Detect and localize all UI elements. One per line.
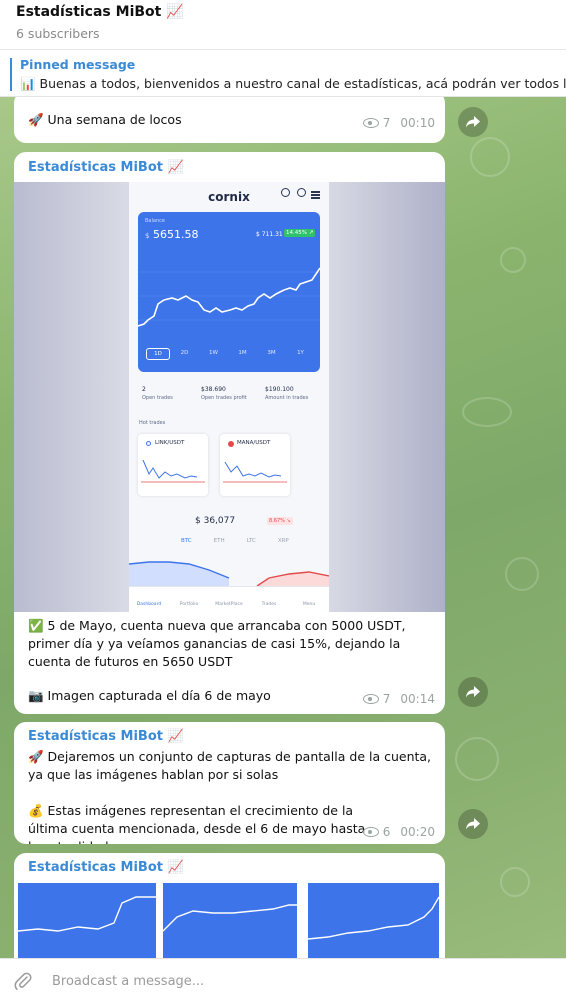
message-bubble[interactable]: Estadísticas MiBot 📈 cornix Balance $ 56… — [14, 152, 445, 714]
attach-icon[interactable] — [12, 970, 34, 992]
market-chart — [129, 561, 329, 586]
wallpaper-doodle — [505, 557, 539, 591]
stat-value: 2 — [142, 386, 146, 393]
message-input-bar: Broadcast a message... — [0, 958, 566, 1002]
balance-change-badge: 14.45% ↗ — [284, 229, 316, 237]
message-text: ✅ 5 de Mayo, cuenta nueva que arrancaba … — [28, 618, 406, 669]
trade-card: LINK/USDT — [138, 434, 208, 496]
stat-label: Amount in trades — [265, 395, 309, 401]
message-text: 🚀 Dejaremos un conjunto de capturas de p… — [28, 749, 432, 782]
forward-button[interactable] — [458, 809, 488, 839]
wallpaper-doodle — [500, 247, 526, 273]
message-input[interactable]: Broadcast a message... — [52, 974, 204, 989]
nav-item: Dashboard — [136, 602, 162, 607]
pinned-message-bar[interactable]: Pinned message 📊 Buenas a todos, bienven… — [0, 51, 566, 97]
forward-arrow-icon — [466, 686, 480, 698]
stat-value: $38.690 — [201, 386, 226, 393]
timeframe-tabs: 1D 2D 1W 1M 3M 1Y — [146, 348, 315, 360]
link-coin-icon — [146, 441, 151, 446]
forward-button[interactable] — [458, 107, 488, 137]
timeframe-tab: 1M — [238, 350, 247, 356]
stat-label: Open trades profit — [201, 395, 247, 401]
timeframe-tab: 2D — [180, 350, 189, 356]
balance-secondary: $ 711.31 — [256, 231, 283, 238]
settings-icon — [297, 188, 306, 197]
market-change-badge: 8.67% ↘ — [267, 517, 293, 525]
screenshot-image[interactable]: cornix Balance $ 5651.58 $ 711.31 14.45%… — [14, 182, 445, 612]
message-bubble[interactable]: Estadísticas MiBot 📈 — [14, 853, 445, 958]
coin-tab: XRP — [277, 538, 289, 544]
wallpaper-doodle — [462, 397, 512, 427]
timeframe-tab: 3M — [267, 350, 276, 356]
message-bubble[interactable]: Estadísticas MiBot 📈 🚀 Dejaremos un conj… — [14, 722, 445, 844]
sender-name[interactable]: Estadísticas MiBot 📈 — [28, 160, 184, 175]
wallpaper-doodle — [470, 137, 510, 177]
trade-pair: LINK/USDT — [155, 440, 185, 446]
sender-name[interactable]: Estadísticas MiBot 📈 — [28, 860, 184, 875]
bell-icon — [281, 188, 290, 197]
timeframe-tab: 1Y — [297, 350, 304, 356]
wallpaper-doodle — [500, 867, 530, 897]
chat-area[interactable]: 🚀 Una semana de locos 7 00:10 Estadístic… — [0, 97, 566, 958]
coin-tab: ETH — [213, 538, 225, 544]
message-text: 🚀 Una semana de locos — [28, 112, 182, 127]
pinned-label: Pinned message — [20, 57, 136, 72]
subscriber-count: 6 subscribers — [16, 26, 100, 41]
stat-label: Open trades — [142, 395, 173, 401]
wallpaper-doodle — [455, 737, 499, 781]
message-bubble[interactable]: 🚀 Una semana de locos 7 00:10 — [14, 97, 445, 143]
app-bottom-nav: Dashboard Portfolio MarketPlace Trades M… — [129, 586, 329, 612]
balance-value: $ 5651.58 — [145, 228, 199, 241]
coin-tab: LTC — [246, 538, 256, 544]
mana-coin-icon — [228, 441, 234, 447]
message-time: 00:10 — [400, 116, 435, 130]
message-meta: 7 00:14 — [362, 692, 435, 706]
app-screenshot: cornix Balance $ 5651.58 $ 711.31 14.45%… — [129, 182, 329, 612]
filter-icon — [311, 191, 320, 193]
trade-card: MANA/USDT — [220, 434, 290, 496]
timeframe-tab: 1W — [209, 350, 218, 356]
nav-item: Portfolio — [179, 602, 199, 607]
message-meta: 7 00:10 — [362, 116, 435, 130]
album-image[interactable] — [308, 883, 439, 958]
forward-arrow-icon — [466, 818, 480, 830]
hot-trades-label: Hot trades — [139, 420, 166, 426]
coin-tabs: BTC ETH LTC XRP — [181, 538, 289, 544]
forward-button[interactable] — [458, 677, 488, 707]
view-count: 7 — [382, 692, 391, 706]
coin-tab: BTC — [181, 538, 192, 544]
album-image[interactable] — [18, 883, 156, 958]
pinned-accent-bar — [10, 58, 12, 91]
message-time: 00:14 — [400, 692, 435, 706]
pinned-text: 📊 Buenas a todos, bienvenidos a nuestro … — [20, 76, 566, 91]
nav-item: MarketPlace — [215, 602, 243, 607]
sender-name[interactable]: Estadísticas MiBot 📈 — [28, 729, 184, 744]
nav-item: Menu — [302, 602, 316, 607]
album-image[interactable] — [163, 883, 297, 958]
nav-item: Trades — [261, 602, 277, 607]
market-value: $ 36,077 — [195, 516, 236, 526]
trade-chart — [141, 459, 205, 483]
message-text: 💰 Estas imágenes representan el crecimie… — [28, 803, 366, 844]
message-time: 00:20 — [400, 825, 435, 839]
forward-arrow-icon — [466, 116, 480, 128]
trade-chart — [223, 461, 287, 483]
view-count: 6 — [382, 825, 391, 839]
channel-header[interactable]: Estadísticas MiBot 📈 6 subscribers — [0, 0, 566, 50]
views-icon — [362, 118, 379, 128]
channel-title[interactable]: Estadísticas MiBot 📈 — [16, 4, 184, 20]
message-text: 📷 Imagen capturada el día 6 de mayo — [28, 688, 271, 703]
views-icon — [362, 694, 379, 704]
message-meta: 6 00:20 — [362, 825, 435, 839]
balance-chart — [138, 267, 320, 327]
stat-value: $190.100 — [265, 386, 294, 393]
view-count: 7 — [382, 116, 391, 130]
trade-pair: MANA/USDT — [237, 440, 271, 446]
balance-card: Balance $ 5651.58 $ 711.31 14.45% ↗ 1D 2… — [138, 212, 320, 372]
views-icon — [362, 827, 379, 837]
balance-label: Balance — [145, 218, 165, 224]
timeframe-tab: 1D — [146, 348, 170, 360]
